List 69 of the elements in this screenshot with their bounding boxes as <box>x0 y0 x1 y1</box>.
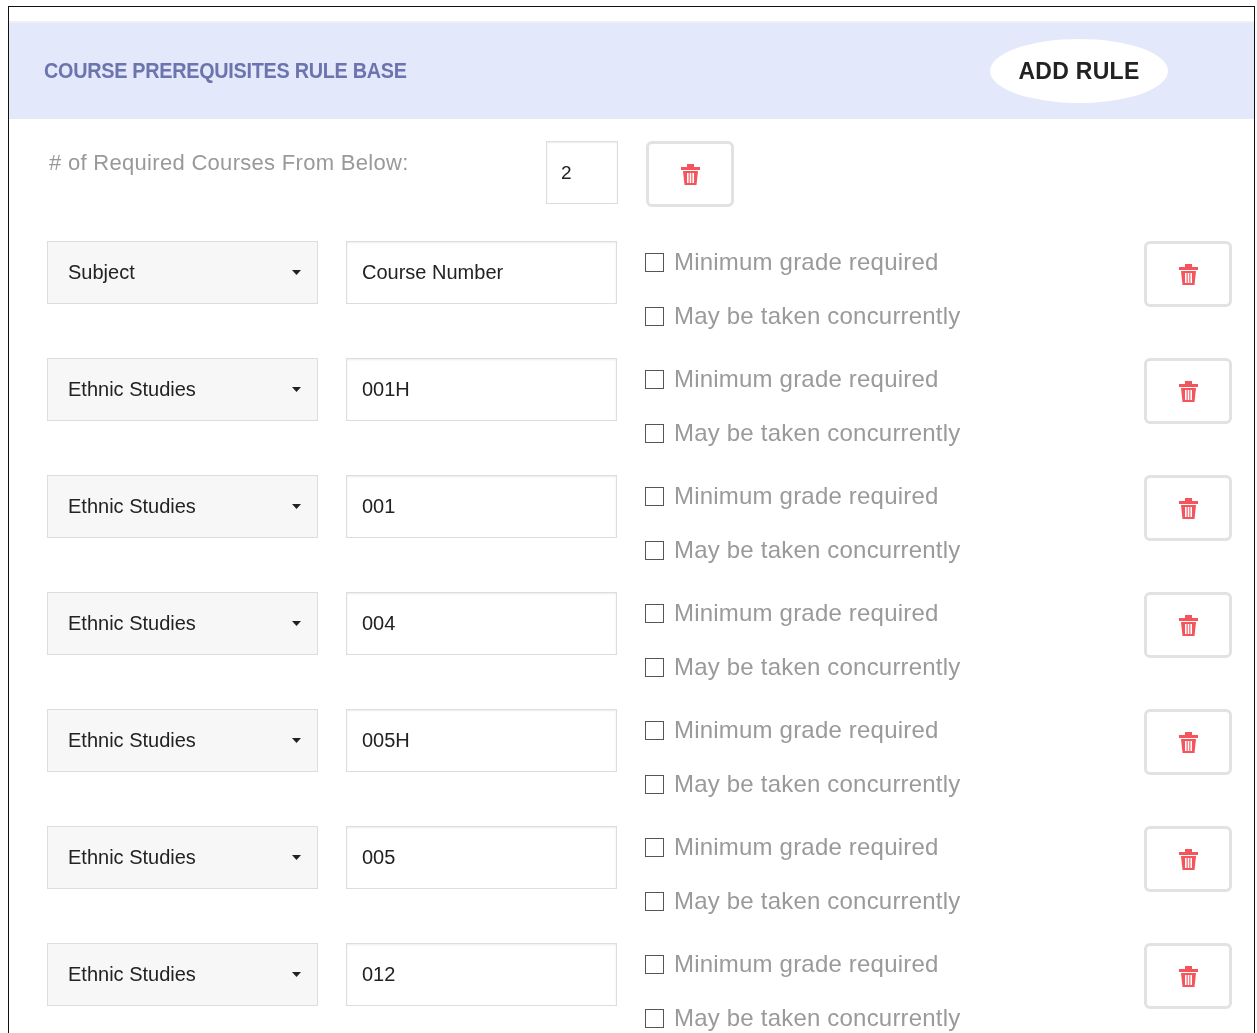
subject-select[interactable]: Ethnic Studies <box>47 826 318 889</box>
trash-icon <box>1178 497 1198 519</box>
checkbox[interactable] <box>645 603 664 623</box>
subject-select[interactable]: Ethnic Studies <box>47 592 318 655</box>
required-count-field[interactable]: 2 <box>546 141 618 204</box>
caret-icon <box>292 738 301 743</box>
checkbox[interactable] <box>645 369 664 389</box>
checkbox-label: Minimum grade required <box>674 950 939 978</box>
delete-button[interactable] <box>1144 709 1232 775</box>
delete-button[interactable] <box>1144 826 1232 892</box>
checkbox[interactable] <box>645 252 664 272</box>
delete-button[interactable] <box>1144 358 1232 424</box>
trash-icon <box>1178 848 1198 870</box>
checkbox[interactable] <box>645 720 664 740</box>
course-number-field[interactable]: 012 <box>346 943 617 1006</box>
checkbox-label: Minimum grade required <box>674 365 939 393</box>
delete-button[interactable] <box>646 141 734 207</box>
checkbox[interactable] <box>645 891 664 911</box>
trash-icon <box>1178 263 1198 285</box>
delete-button[interactable] <box>1144 943 1232 1009</box>
section-title: COURSE PREREQUISITES RULE BASE <box>44 58 407 84</box>
course-number-field[interactable]: 004 <box>346 592 617 655</box>
checkbox[interactable] <box>645 954 664 974</box>
caret-icon <box>292 270 301 275</box>
delete-button[interactable] <box>1144 592 1232 658</box>
caret-icon <box>292 621 301 626</box>
checkbox-label: Minimum grade required <box>674 482 939 510</box>
checkbox-label: May be taken concurrently <box>674 653 961 681</box>
trash-icon <box>1178 614 1198 636</box>
required-courses-label: # of Required Courses From Below: <box>48 149 410 176</box>
delete-button[interactable] <box>1144 475 1232 541</box>
caret-icon <box>292 972 301 977</box>
checkbox-label: Minimum grade required <box>674 599 939 627</box>
caret-icon <box>292 855 301 860</box>
checkbox-label: Minimum grade required <box>674 248 939 276</box>
course-number-field[interactable]: 001 <box>346 475 617 538</box>
checkbox-label: May be taken concurrently <box>674 302 961 330</box>
checkbox[interactable] <box>645 540 664 560</box>
trash-icon <box>1178 380 1198 402</box>
checkbox-label: May be taken concurrently <box>674 887 961 915</box>
course-number-field[interactable]: 001H <box>346 358 617 421</box>
delete-button[interactable] <box>1144 241 1232 307</box>
checkbox[interactable] <box>645 837 664 857</box>
course-number-field[interactable]: Course Number <box>346 241 617 304</box>
subject-select[interactable]: Ethnic Studies <box>47 475 318 538</box>
course-number-field[interactable]: 005H <box>346 709 617 772</box>
trash-icon <box>680 163 700 185</box>
caret-icon <box>292 387 301 392</box>
checkbox-label: May be taken concurrently <box>674 770 961 798</box>
subject-select[interactable]: Subject <box>47 241 318 304</box>
checkbox-label: Minimum grade required <box>674 716 939 744</box>
checkbox[interactable] <box>645 1008 664 1028</box>
checkbox[interactable] <box>645 423 664 443</box>
checkbox-label: May be taken concurrently <box>674 536 961 564</box>
course-number-field[interactable]: 005 <box>346 826 617 889</box>
add-rule-button[interactable]: ADD RULE <box>990 39 1168 103</box>
checkbox[interactable] <box>645 657 664 677</box>
subject-select[interactable]: Ethnic Studies <box>47 358 318 421</box>
checkbox-label: Minimum grade required <box>674 833 939 861</box>
checkbox[interactable] <box>645 774 664 794</box>
subject-select[interactable]: Ethnic Studies <box>47 709 318 772</box>
checkbox[interactable] <box>645 306 664 326</box>
checkbox[interactable] <box>645 486 664 506</box>
checkbox-label: May be taken concurrently <box>674 1004 961 1032</box>
checkbox-label: May be taken concurrently <box>674 419 961 447</box>
caret-icon <box>292 504 301 509</box>
trash-icon <box>1178 965 1198 987</box>
subject-select[interactable]: Ethnic Studies <box>47 943 318 1006</box>
trash-icon <box>1178 731 1198 753</box>
